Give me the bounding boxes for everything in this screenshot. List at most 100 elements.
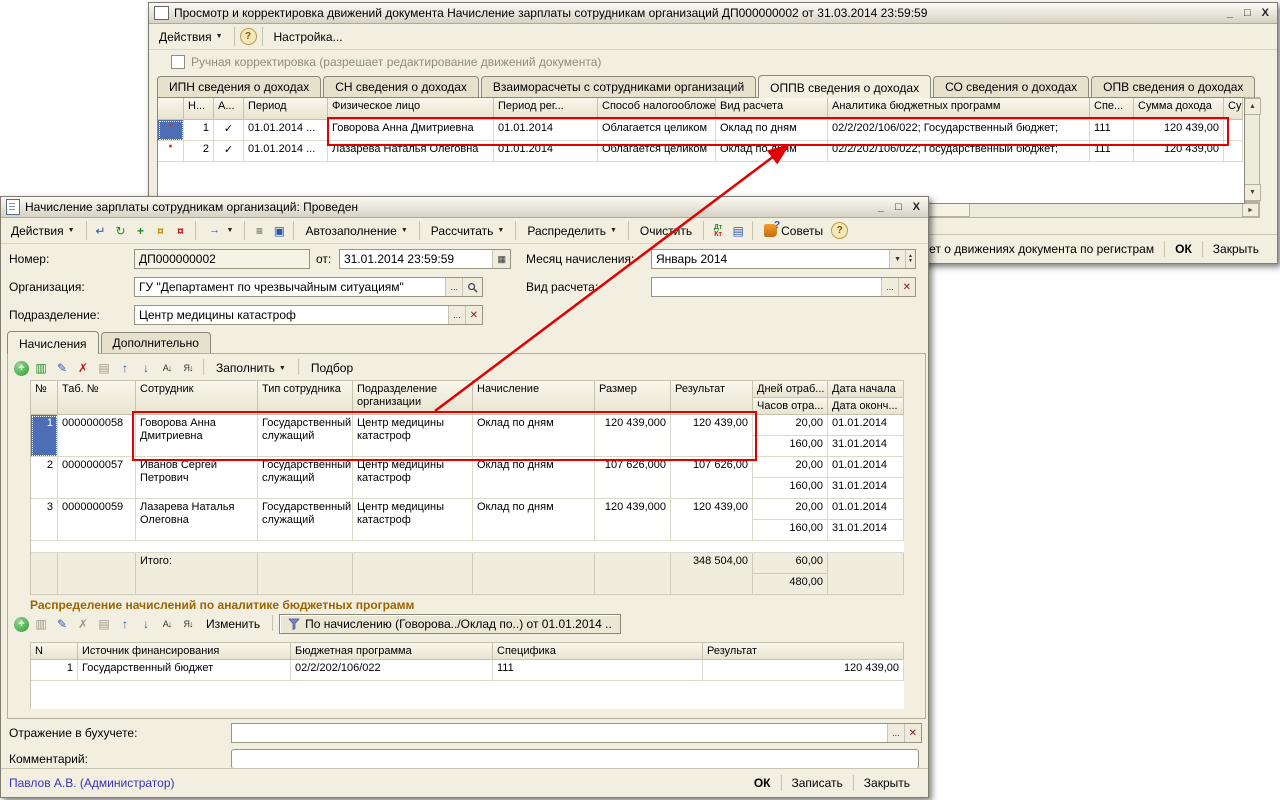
- calendar-icon[interactable]: ▦: [492, 250, 510, 268]
- cell-reg-period[interactable]: 01.01.2014: [494, 120, 598, 141]
- move-down-icon[interactable]: ↓: [137, 360, 155, 377]
- reread-icon[interactable]: ↻: [112, 222, 130, 239]
- cell-hours[interactable]: 160,00: [753, 436, 828, 457]
- col-num[interactable]: №: [31, 381, 58, 415]
- accounting-field[interactable]: ... ✕: [231, 723, 922, 743]
- close-button[interactable]: X: [1262, 7, 1269, 19]
- tab-opv[interactable]: ОПВ сведения о доходах: [1091, 76, 1255, 97]
- cell-num[interactable]: 2: [184, 141, 214, 162]
- col-cut[interactable]: Сум: [1224, 98, 1243, 120]
- cell-analytics[interactable]: 02/2/202/106/022; Государственный бюджет…: [828, 141, 1090, 162]
- move-up-icon[interactable]: ↑: [116, 616, 134, 633]
- cell-accrual[interactable]: Оклад по дням: [473, 415, 595, 457]
- cell-hours[interactable]: 160,00: [753, 478, 828, 499]
- ok-button[interactable]: ОК: [1165, 240, 1202, 258]
- manual-correction-checkbox[interactable]: [171, 55, 185, 69]
- row-marker-icon[interactable]: ●: [158, 120, 184, 141]
- cell-employee[interactable]: Говорова Анна Дмитриевна: [136, 415, 258, 457]
- tab-sn[interactable]: СН сведения о доходах: [323, 76, 479, 97]
- cell-tab-no[interactable]: 0000000059: [58, 499, 136, 541]
- cell-emp-type[interactable]: Государственный служащий: [258, 499, 353, 541]
- expense-entries-icon[interactable]: ¤: [172, 222, 190, 239]
- document-titlebar[interactable]: Начисление зарплаты сотрудникам организа…: [1, 197, 928, 218]
- cell-dept[interactable]: Центр медицины катастроф: [353, 499, 473, 541]
- add-row-icon[interactable]: +: [14, 617, 29, 632]
- cell-spec[interactable]: 111: [493, 660, 703, 681]
- col-income[interactable]: Сумма дохода: [1134, 98, 1224, 120]
- copy-row-icon[interactable]: ▥: [32, 616, 50, 633]
- choose-icon[interactable]: ...: [881, 278, 898, 296]
- cell-period[interactable]: 01.01.2014 ...: [244, 120, 328, 141]
- cell-emp-type[interactable]: Государственный служащий: [258, 415, 353, 457]
- col-employee[interactable]: Сотрудник: [136, 381, 258, 415]
- month-field[interactable]: ▼ ▲▼: [651, 249, 916, 269]
- cell-person[interactable]: Говорова Анна Дмитриевна: [328, 120, 494, 141]
- pick-button[interactable]: Подбор: [305, 359, 359, 377]
- active-check-icon[interactable]: ✓: [214, 120, 244, 141]
- add-row-icon[interactable]: +: [14, 361, 29, 376]
- month-spinner[interactable]: ▲▼: [905, 250, 915, 268]
- cell-date-end[interactable]: 31.01.2014: [828, 436, 904, 457]
- settings-button[interactable]: Настройка...: [268, 28, 349, 46]
- cell-emp-type[interactable]: Государственный служащий: [258, 457, 353, 499]
- cell-result[interactable]: 107 626,00: [671, 457, 753, 499]
- actions-menu-button[interactable]: Действия ▼: [5, 222, 81, 240]
- move-up-icon[interactable]: ↑: [116, 360, 134, 377]
- comment-field[interactable]: [231, 749, 919, 769]
- col-source[interactable]: Источник финансирования: [78, 643, 291, 660]
- cell-spec[interactable]: 111: [1090, 141, 1134, 162]
- edit-row-icon[interactable]: ✎: [53, 616, 71, 633]
- movements-titlebar[interactable]: Просмотр и корректировка движений докуме…: [149, 3, 1277, 24]
- cell-employee[interactable]: Иванов Сергей Петрович: [136, 457, 258, 499]
- sort-desc-icon[interactable]: Я↓: [179, 363, 197, 373]
- col-tab-no[interactable]: Таб. №: [58, 381, 136, 415]
- save-rows-icon[interactable]: ▤: [95, 360, 113, 377]
- save-rows-icon[interactable]: ▤: [95, 616, 113, 633]
- clear-button[interactable]: Очистить: [634, 222, 698, 240]
- cell-num[interactable]: 1: [31, 415, 58, 457]
- cell-size[interactable]: 120 439,000: [595, 415, 671, 457]
- cell-days[interactable]: 20,00: [753, 499, 828, 520]
- cell-num[interactable]: 3: [31, 499, 58, 541]
- tab-ipn[interactable]: ИПН сведения о доходах: [157, 76, 321, 97]
- cell-result[interactable]: 120 439,00: [671, 499, 753, 541]
- cell-program[interactable]: 02/2/202/106/022: [291, 660, 493, 681]
- col-analytics[interactable]: Аналитика бюджетных программ: [828, 98, 1090, 120]
- clear-icon[interactable]: ✕: [898, 278, 915, 296]
- dt-kt-icon[interactable]: ДтКт: [709, 224, 727, 238]
- cell-result[interactable]: 120 439,00: [703, 660, 904, 681]
- accrual-row-2[interactable]: 2 0000000057 Иванов Сергей Петрович Госу…: [31, 457, 904, 478]
- choose-icon[interactable]: ...: [445, 278, 462, 296]
- income-entries-icon[interactable]: ¤: [152, 222, 170, 239]
- cell-employee[interactable]: Лазарева Наталья Олеговна: [136, 499, 258, 541]
- advice-button[interactable]: ? Советы: [758, 222, 829, 240]
- save-button[interactable]: Записать: [782, 774, 853, 792]
- col-accrual[interactable]: Начисление: [473, 381, 595, 415]
- scroll-down-icon[interactable]: ▼: [1244, 184, 1261, 201]
- sort-asc-icon[interactable]: А↓: [158, 363, 176, 373]
- change-button[interactable]: Изменить: [200, 615, 266, 633]
- tab-so[interactable]: СО сведения о доходах: [933, 76, 1089, 97]
- distribute-button[interactable]: Распределить ▼: [521, 222, 623, 240]
- cell-reg-period[interactable]: 01.01.2014: [494, 141, 598, 162]
- filter-by-accrual-toggle[interactable]: По начислению (Говорова../Оклад по..) от…: [279, 614, 621, 634]
- col-tax-method[interactable]: Способ налогообложе...: [598, 98, 716, 120]
- close-button[interactable]: Закрыть: [1203, 240, 1269, 258]
- organization-field[interactable]: ...: [134, 277, 483, 297]
- cell-size[interactable]: 107 626,000: [595, 457, 671, 499]
- cell-result[interactable]: 120 439,00: [671, 415, 753, 457]
- col-result[interactable]: Результат: [671, 381, 753, 415]
- minimize-button[interactable]: _: [878, 201, 884, 213]
- cell-date-start[interactable]: 01.01.2014: [828, 499, 904, 520]
- report-icon[interactable]: ▤: [729, 222, 747, 239]
- cell-calc-type[interactable]: Оклад по дням: [716, 120, 828, 141]
- cell-date-start[interactable]: 01.01.2014: [828, 457, 904, 478]
- autofill-button[interactable]: Автозаполнение ▼: [299, 222, 413, 240]
- col-date-end[interactable]: Дата оконч...: [828, 398, 904, 415]
- tab-additional[interactable]: Дополнительно: [101, 332, 211, 353]
- choose-icon[interactable]: ...: [448, 306, 465, 324]
- col-emp-type[interactable]: Тип сотрудника: [258, 381, 353, 415]
- maximize-button[interactable]: □: [895, 201, 902, 213]
- calc-kind-field[interactable]: ... ✕: [651, 277, 916, 297]
- cell-tab-no[interactable]: 0000000057: [58, 457, 136, 499]
